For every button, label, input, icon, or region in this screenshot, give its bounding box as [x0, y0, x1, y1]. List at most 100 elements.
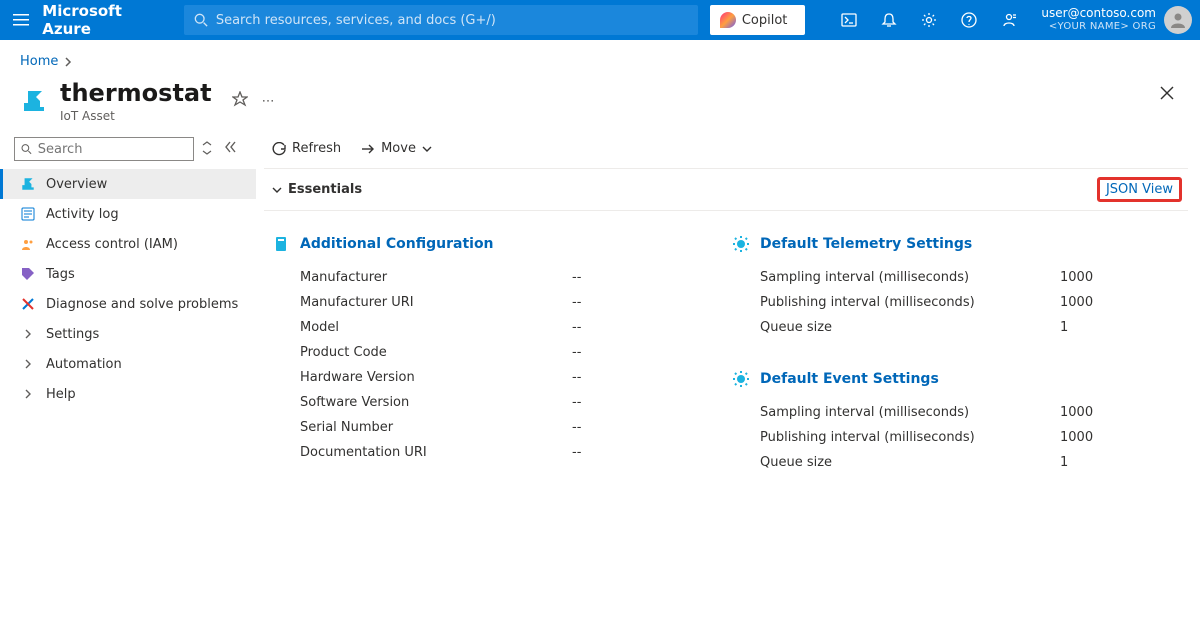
prop-value: --	[572, 445, 692, 460]
azure-topbar: Microsoft Azure Search resources, servic…	[0, 0, 1200, 40]
prop-value: 1000	[1060, 405, 1180, 420]
prop-value: --	[572, 320, 692, 335]
card-title: Default Telemetry Settings	[760, 236, 972, 252]
prop-label: Hardware Version	[300, 370, 572, 385]
iot-asset-icon	[20, 176, 36, 192]
essentials-label: Essentials	[288, 182, 362, 197]
prop-value: --	[572, 370, 692, 385]
prop-label: Queue size	[760, 320, 1060, 335]
prop-value: --	[572, 270, 692, 285]
prop-row: Publishing interval (milliseconds)1000	[732, 290, 1180, 315]
prop-row: Sampling interval (milliseconds)1000	[732, 265, 1180, 290]
refresh-button[interactable]: Refresh	[272, 141, 341, 156]
copilot-label: Copilot	[742, 13, 788, 28]
notifications-button[interactable]	[869, 0, 909, 40]
resource-left-nav: Overview Activity log Access control (IA…	[0, 133, 256, 499]
move-label: Move	[381, 141, 416, 156]
card-additional-configuration: Additional Configuration Manufacturer-- …	[272, 235, 692, 475]
breadcrumb-home[interactable]: Home	[20, 54, 58, 69]
account-menu-button[interactable]: user@contoso.com <YOUR NAME> ORG	[1041, 6, 1192, 34]
prop-row: Model--	[272, 315, 692, 340]
prop-value: --	[572, 395, 692, 410]
essentials-toggle[interactable]: Essentials	[272, 182, 362, 197]
hamburger-menu-button[interactable]	[8, 0, 34, 40]
nav-item-diagnose[interactable]: Diagnose and solve problems	[0, 289, 256, 319]
prop-row: Product Code--	[272, 340, 692, 365]
feedback-button[interactable]	[989, 0, 1029, 40]
prop-value: 1000	[1060, 295, 1180, 310]
avatar-icon	[1164, 6, 1192, 34]
search-icon	[194, 13, 208, 27]
nav-item-label: Help	[46, 387, 76, 402]
page-title: thermostat	[60, 79, 212, 107]
nav-item-overview[interactable]: Overview	[0, 169, 256, 199]
prop-row: Hardware Version--	[272, 365, 692, 390]
nav-item-label: Automation	[46, 357, 122, 372]
prop-label: Queue size	[760, 455, 1060, 470]
resource-type: IoT Asset	[60, 109, 212, 123]
prop-row: Publishing interval (milliseconds)1000	[732, 425, 1180, 450]
tags-icon	[20, 266, 36, 282]
prop-label: Product Code	[300, 345, 572, 360]
nav-collapse-button[interactable]	[220, 141, 240, 157]
telemetry-icon	[732, 235, 750, 253]
card-title: Default Event Settings	[760, 371, 939, 387]
nav-item-help[interactable]: Help	[0, 379, 256, 409]
more-actions-button[interactable]: ⋯	[262, 94, 275, 109]
prop-label: Documentation URI	[300, 445, 572, 460]
nav-item-tags[interactable]: Tags	[0, 259, 256, 289]
account-email: user@contoso.com	[1041, 6, 1156, 20]
settings-button[interactable]	[909, 0, 949, 40]
prop-label: Manufacturer	[300, 270, 572, 285]
chevron-down-icon	[422, 144, 432, 154]
arrow-right-icon	[361, 142, 375, 156]
chevron-right-icon	[20, 386, 36, 402]
nav-sort-button[interactable]	[200, 141, 214, 158]
nav-item-label: Activity log	[46, 207, 119, 222]
diagnose-icon	[20, 296, 36, 312]
prop-row: Manufacturer URI--	[272, 290, 692, 315]
close-blade-button[interactable]	[1160, 86, 1174, 104]
copilot-button[interactable]: Copilot	[710, 5, 806, 35]
prop-row: Software Version--	[272, 390, 692, 415]
prop-value: 1	[1060, 320, 1180, 335]
search-icon	[21, 143, 32, 155]
nav-search-input[interactable]	[14, 137, 194, 161]
iot-asset-icon	[20, 87, 48, 115]
prop-label: Publishing interval (milliseconds)	[760, 295, 1060, 310]
json-view-button[interactable]: JSON View	[1097, 177, 1182, 202]
nav-item-activity-log[interactable]: Activity log	[0, 199, 256, 229]
move-button[interactable]: Move	[361, 141, 432, 156]
chevron-down-icon	[272, 185, 282, 195]
prop-label: Sampling interval (milliseconds)	[760, 405, 1060, 420]
resource-title-area: thermostat IoT Asset ⋯	[0, 75, 1200, 133]
nav-search-field[interactable]	[38, 142, 187, 157]
refresh-label: Refresh	[292, 141, 341, 156]
chevron-right-icon	[20, 326, 36, 342]
card-event-settings: Default Event Settings Sampling interval…	[732, 370, 1180, 475]
topbar-actions	[829, 0, 1029, 40]
prop-label: Manufacturer URI	[300, 295, 572, 310]
essentials-header: Essentials JSON View	[264, 168, 1188, 211]
prop-label: Serial Number	[300, 420, 572, 435]
breadcrumb: Home	[0, 40, 1200, 75]
favorite-button[interactable]	[232, 91, 248, 111]
prop-value: --	[572, 420, 692, 435]
chevron-right-icon	[20, 356, 36, 372]
card-telemetry-settings: Default Telemetry Settings Sampling inte…	[732, 235, 1180, 340]
brand-label[interactable]: Microsoft Azure	[42, 2, 152, 38]
command-bar: Refresh Move	[264, 133, 1188, 168]
prop-value: --	[572, 295, 692, 310]
nav-item-label: Overview	[46, 177, 107, 192]
nav-item-settings[interactable]: Settings	[0, 319, 256, 349]
cloud-shell-button[interactable]	[829, 0, 869, 40]
nav-item-iam[interactable]: Access control (IAM)	[0, 229, 256, 259]
global-search-input[interactable]: Search resources, services, and docs (G+…	[184, 5, 698, 35]
refresh-icon	[272, 142, 286, 156]
prop-value: 1000	[1060, 270, 1180, 285]
prop-label: Software Version	[300, 395, 572, 410]
help-button[interactable]	[949, 0, 989, 40]
nav-item-automation[interactable]: Automation	[0, 349, 256, 379]
prop-label: Model	[300, 320, 572, 335]
access-control-icon	[20, 236, 36, 252]
